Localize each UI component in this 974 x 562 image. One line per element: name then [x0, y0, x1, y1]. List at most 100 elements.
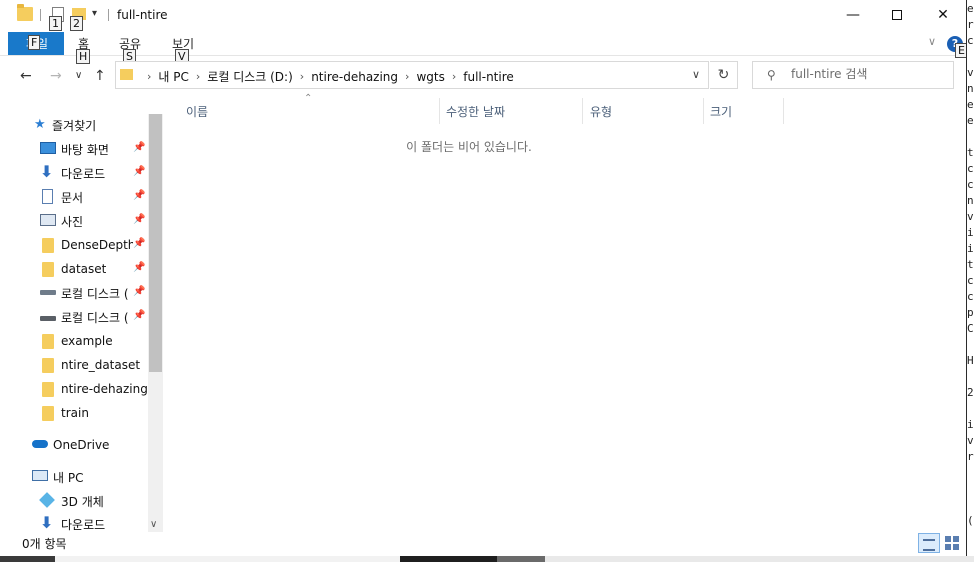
back-button[interactable]: ← — [20, 68, 32, 84]
customize-quick-access-icon[interactable]: ▾ — [92, 8, 97, 19]
sidebar-item-local-disk-c[interactable]: 로컬 디스크 ( 📌 — [0, 282, 148, 304]
pin-icon[interactable]: 📌 — [133, 262, 145, 273]
pin-icon[interactable]: 📌 — [133, 238, 145, 249]
background-text-char: v — [967, 434, 974, 447]
taskbar-segment — [0, 556, 55, 562]
column-header-name[interactable]: 이름 — [178, 98, 440, 124]
scrollbar-thumb[interactable] — [149, 114, 162, 372]
chevron-right-icon[interactable]: › — [196, 70, 200, 83]
sidebar-item-label: 다운로드 — [61, 517, 106, 532]
recent-locations-button[interactable]: ∨ — [75, 70, 82, 81]
pin-icon[interactable]: 📌 — [133, 190, 145, 201]
maximize-icon — [892, 10, 902, 20]
background-text-char: H — [967, 354, 974, 367]
column-header-type[interactable]: 유형 — [582, 98, 704, 124]
document-icon — [42, 189, 53, 204]
pin-icon[interactable]: 📌 — [133, 214, 145, 225]
pin-icon[interactable]: 📌 — [133, 142, 145, 153]
background-text-char: c — [967, 290, 974, 303]
cloud-icon — [32, 440, 48, 448]
sidebar-item-ntire-dataset[interactable]: ntire_dataset — [0, 354, 148, 376]
sidebar-item-label: ntire-dehazing — [61, 382, 148, 396]
close-button[interactable]: ✕ — [920, 0, 966, 30]
address-bar[interactable]: › 내 PC › 로컬 디스크 (D:) › ntire-dehazing › … — [115, 61, 709, 89]
sidebar-item-train[interactable]: train — [0, 402, 148, 424]
sidebar-item-example[interactable]: example — [0, 330, 148, 352]
file-list-pane[interactable]: ⌃ 이름 수정한 날짜 유형 크기 이 폴더는 비어 있습니다. — [164, 93, 966, 532]
forward-button[interactable]: → — [50, 68, 62, 84]
sidebar-item-pictures[interactable]: 사진 📌 — [0, 210, 148, 232]
sidebar-item-label: 사진 — [61, 214, 84, 229]
sidebar-scrollbar[interactable]: ∨ — [148, 114, 163, 532]
scroll-down-icon[interactable]: ∨ — [150, 519, 157, 530]
up-button[interactable]: ↑ — [94, 68, 106, 84]
sidebar-item-label: OneDrive — [53, 438, 110, 452]
sidebar-item-downloads[interactable]: ⬇ 다운로드 📌 — [0, 162, 148, 184]
chevron-right-icon[interactable]: › — [300, 70, 304, 83]
search-input[interactable] — [791, 67, 946, 81]
breadcrumb-wgts[interactable]: wgts — [416, 70, 444, 84]
navigation-pane: ★ 즐겨찾기 바탕 화면 📌 ⬇ 다운로드 📌 문서 📌 사진 📌 DenseD… — [0, 96, 164, 532]
sidebar-item-dataset[interactable]: dataset 📌 — [0, 258, 148, 280]
sidebar-item-label: 내 PC — [53, 470, 84, 485]
background-text-char: c — [967, 34, 974, 47]
search-box[interactable]: ⚲ — [752, 61, 954, 89]
taskbar-segment — [545, 556, 974, 562]
sidebar-item-desktop[interactable]: 바탕 화면 📌 — [0, 138, 148, 160]
cube-icon — [39, 492, 55, 508]
chevron-down-icon: ∨ — [75, 70, 83, 81]
pin-icon[interactable]: 📌 — [133, 166, 145, 177]
minimize-button[interactable]: — — [830, 0, 876, 30]
breadcrumb-full-ntire[interactable]: full-ntire — [463, 70, 514, 84]
details-view-button[interactable] — [918, 533, 940, 553]
separator — [108, 9, 109, 21]
background-text-char: i — [967, 418, 974, 431]
sidebar-item-quick-access[interactable]: ★ 즐겨찾기 — [0, 114, 148, 136]
sidebar-item-label: ntire_dataset — [61, 358, 141, 372]
sidebar-item-this-pc[interactable]: 내 PC — [0, 466, 148, 488]
background-text-char: t — [967, 146, 974, 159]
background-text-char: v — [967, 66, 974, 79]
sidebar-item-pc-downloads[interactable]: ⬇ 다운로드 — [0, 513, 148, 532]
large-icons-view-button[interactable] — [944, 535, 960, 551]
separator — [40, 9, 41, 21]
pin-icon[interactable]: 📌 — [133, 310, 145, 321]
window-title: full-ntire — [117, 8, 168, 22]
file-explorer-window: ▾ 1 2 full-ntire — ✕ 파일 F 홈 H 공유 S 보기 V … — [0, 0, 968, 556]
grid-icon — [945, 536, 951, 542]
address-history-dropdown[interactable]: ∨ — [692, 68, 700, 81]
column-header-size[interactable]: 크기 — [702, 98, 784, 124]
sidebar-item-onedrive[interactable]: OneDrive — [0, 434, 148, 456]
sidebar-item-ntire-dehazing[interactable]: ntire-dehazing — [0, 378, 148, 400]
background-text-char: r — [967, 450, 974, 463]
sidebar-item-3d-objects[interactable]: 3D 개체 — [0, 490, 148, 512]
background-text-char: n — [967, 194, 974, 207]
sidebar-item-densedepth[interactable]: DenseDepth- 📌 — [0, 234, 148, 256]
sidebar-item-documents[interactable]: 문서 📌 — [0, 186, 148, 208]
star-icon: ★ — [34, 117, 46, 132]
pin-icon[interactable]: 📌 — [133, 286, 145, 297]
grid-icon — [953, 536, 959, 542]
column-header-date-modified[interactable]: 수정한 날짜 — [438, 98, 583, 124]
navigation-bar: ← → ∨ ↑ › 내 PC › 로컬 디스크 (D:) › ntire-deh… — [0, 56, 966, 96]
sidebar-item-label: 로컬 디스크 ( — [61, 310, 129, 325]
folder-icon — [42, 262, 54, 277]
folder-icon — [42, 334, 54, 349]
breadcrumb-local-disk-d[interactable]: 로컬 디스크 (D:) — [207, 68, 292, 85]
tab-file[interactable]: 파일 F — [8, 32, 64, 55]
chevron-right-icon[interactable]: › — [452, 70, 456, 83]
folder-icon — [17, 4, 33, 21]
breadcrumb-ntire-dehazing[interactable]: ntire-dehazing — [311, 70, 398, 84]
maximize-button[interactable] — [874, 0, 920, 30]
computer-icon — [32, 470, 48, 481]
sidebar-item-local-disk-d[interactable]: 로컬 디스크 ( 📌 — [0, 306, 148, 328]
breadcrumb-this-pc[interactable]: 내 PC — [158, 68, 188, 85]
status-bar: 0개 항목 — [0, 532, 966, 556]
expand-ribbon-icon[interactable]: ∨ — [928, 35, 936, 48]
download-icon: ⬇ — [40, 162, 54, 181]
chevron-right-icon[interactable]: › — [405, 70, 409, 83]
refresh-button[interactable]: ↻ — [710, 61, 738, 89]
breadcrumb: › 내 PC › 로컬 디스크 (D:) › ntire-dehazing › … — [140, 68, 514, 85]
back-arrow-icon: ← — [20, 68, 32, 84]
sidebar-item-label: example — [61, 334, 113, 348]
